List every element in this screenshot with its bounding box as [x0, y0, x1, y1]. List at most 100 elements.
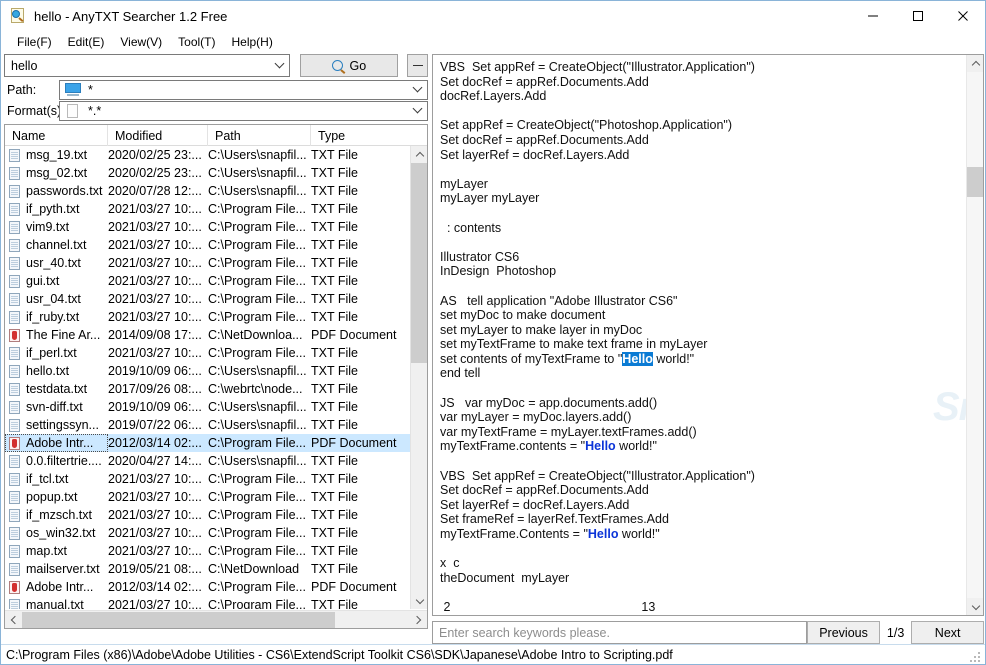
- cell-modified: 2021/03/27 10:...: [108, 346, 202, 360]
- format-combobox[interactable]: *.*: [59, 100, 428, 121]
- table-row[interactable]: mailserver.txt 2019/05/21 08:... C:\NetDow…: [5, 560, 410, 578]
- menu-item-tool[interactable]: Tool(T): [170, 33, 223, 51]
- table-row[interactable]: 0.0.filtertrie.... 2020/04/27 14:... C:\Us…: [5, 452, 410, 470]
- file-name: Adobe Intr...: [26, 436, 94, 450]
- cell-modified: 2021/03/27 10:...: [108, 238, 202, 252]
- file-name: if_perl.txt: [26, 346, 77, 360]
- table-row[interactable]: Adobe Intr... 2012/03/14 02:... C:\Program…: [5, 578, 410, 596]
- table-row[interactable]: usr_40.txt 2021/03/27 10:... C:\Program Fi…: [5, 254, 410, 272]
- results-hscroll-thumb[interactable]: [22, 612, 335, 628]
- preview-line: InDesign Photoshop: [440, 264, 557, 279]
- results-horizontal-scrollbar[interactable]: [5, 610, 427, 628]
- cell-name: msg_02.txt: [5, 164, 108, 182]
- file-name: testdata.txt: [26, 382, 88, 396]
- table-row[interactable]: vim9.txt 2021/03/27 10:... C:\Program File…: [5, 218, 410, 236]
- table-row[interactable]: usr_04.txt 2021/03/27 10:... C:\Program Fi…: [5, 290, 410, 308]
- search-keyword-value: hello: [11, 58, 38, 73]
- cell-path: C:\Users\snapfil...: [208, 184, 307, 198]
- monitor-icon: [65, 82, 81, 97]
- table-row[interactable]: hello.txt 2019/10/09 06:... C:\Users\snapf…: [5, 362, 410, 380]
- previous-match-button[interactable]: Previous: [807, 621, 880, 644]
- chevron-down-icon[interactable]: [269, 55, 289, 76]
- chevron-down-icon[interactable]: [407, 81, 427, 99]
- table-row[interactable]: passwords.txt 2020/07/28 12:... C:\Users\s…: [5, 182, 410, 200]
- cell-type: TXT File: [311, 508, 358, 522]
- cell-path: C:\Users\snapfil...: [208, 364, 307, 378]
- scroll-down-icon[interactable]: [411, 592, 427, 609]
- scroll-up-icon[interactable]: [967, 55, 983, 72]
- scroll-right-icon[interactable]: [410, 611, 427, 628]
- status-path-text: C:\Program Files (x86)\Adobe\Adobe Utili…: [6, 647, 673, 662]
- next-match-button[interactable]: Next: [911, 621, 984, 644]
- table-row[interactable]: if_tcl.txt 2021/03/27 10:... C:\Program Fi…: [5, 470, 410, 488]
- scroll-up-icon[interactable]: [411, 146, 427, 163]
- file-name: if_ruby.txt: [26, 310, 80, 324]
- menu-item-help[interactable]: Help(H): [224, 33, 281, 51]
- table-row[interactable]: msg_19.txt 2020/02/25 23:... C:\Users\snap…: [5, 146, 410, 164]
- menu-item-view[interactable]: View(V): [112, 33, 170, 51]
- file-name: manual.txt: [26, 598, 84, 609]
- file-name: map.txt: [26, 544, 67, 558]
- cell-path: C:\Program File...: [208, 274, 306, 288]
- table-row[interactable]: Adobe Intr... 2012/03/14 02:... C:\Program…: [5, 434, 410, 452]
- table-row[interactable]: gui.txt 2021/03/27 10:... C:\Program File.…: [5, 272, 410, 290]
- table-row[interactable]: The Fine Ar... 2014/09/08 17:... C:\NetDow…: [5, 326, 410, 344]
- path-combobox[interactable]: *: [59, 79, 428, 100]
- search-hit-highlight: Hello: [585, 439, 616, 454]
- search-keyword-combobox[interactable]: hello: [4, 54, 291, 77]
- cell-modified: 2021/03/27 10:...: [108, 292, 202, 306]
- table-row[interactable]: msg_02.txt 2020/02/25 23:... C:\Users\snap…: [5, 164, 410, 182]
- cell-type: TXT File: [311, 400, 358, 414]
- chevron-down-icon[interactable]: [407, 102, 427, 120]
- txt-file-icon: [8, 364, 21, 379]
- table-row[interactable]: popup.txt 2021/03/27 10:... C:\Program Fil…: [5, 488, 410, 506]
- menu-bar: File(F) Edit(E) View(V) Tool(T) Help(H): [1, 31, 985, 53]
- cell-type: TXT File: [311, 184, 358, 198]
- find-input[interactable]: Enter search keywords please.: [432, 621, 808, 644]
- cell-path: C:\Users\snapfil...: [208, 418, 307, 432]
- table-row[interactable]: channel.txt 2021/03/27 10:... C:\Program F…: [5, 236, 410, 254]
- table-row[interactable]: os_win32.txt 2021/03/27 10:... C:\Program …: [5, 524, 410, 542]
- cell-type: TXT File: [311, 454, 358, 468]
- minimize-button[interactable]: [850, 1, 895, 30]
- results-vertical-scrollbar[interactable]: [410, 146, 427, 609]
- status-bar: C:\Program Files (x86)\Adobe\Adobe Utili…: [1, 644, 985, 664]
- scroll-left-icon[interactable]: [5, 611, 22, 628]
- cell-type: TXT File: [311, 490, 358, 504]
- preview-vertical-scrollbar[interactable]: [966, 55, 983, 615]
- cell-modified: 2020/02/25 23:...: [108, 148, 202, 162]
- menu-item-edit[interactable]: Edit(E): [60, 33, 113, 51]
- column-header-name[interactable]: Name: [5, 125, 108, 146]
- preview-line: AS tell application "Adobe Illustrator C…: [440, 293, 678, 308]
- table-row[interactable]: settingssyn... 2019/07/22 06:... C:\Users\…: [5, 416, 410, 434]
- preview-vscroll-thumb[interactable]: [967, 167, 983, 197]
- table-row[interactable]: if_mzsch.txt 2021/03/27 10:... C:\Program …: [5, 506, 410, 524]
- table-row[interactable]: svn-diff.txt 2019/10/09 06:... C:\Users\sn…: [5, 398, 410, 416]
- file-name: if_pyth.txt: [26, 202, 80, 216]
- table-row[interactable]: map.txt 2021/03/27 10:... C:\Program File.…: [5, 542, 410, 560]
- table-row[interactable]: testdata.txt 2017/09/26 08:... C:\webrtc\n…: [5, 380, 410, 398]
- txt-file-icon: [8, 454, 21, 469]
- column-header-modified[interactable]: Modified: [108, 125, 208, 146]
- scroll-down-icon[interactable]: [967, 598, 983, 615]
- resize-grip[interactable]: [970, 650, 982, 662]
- table-row[interactable]: if_perl.txt 2021/03/27 10:... C:\Program F…: [5, 344, 410, 362]
- table-row[interactable]: if_pyth.txt 2021/03/27 10:... C:\Program F…: [5, 200, 410, 218]
- cell-modified: 2021/03/27 10:...: [108, 256, 202, 270]
- cell-path: C:\Users\snapfil...: [208, 148, 307, 162]
- path-value: *: [88, 82, 93, 97]
- menu-item-file[interactable]: File(F): [9, 33, 60, 51]
- collapse-button[interactable]: [407, 54, 428, 77]
- column-header-type[interactable]: Type: [311, 125, 408, 146]
- preview-line: var myTextFrame = myLayer.textFrames.add…: [440, 424, 697, 439]
- table-row[interactable]: if_ruby.txt 2021/03/27 10:... C:\Program F…: [5, 308, 410, 326]
- go-button[interactable]: Go: [300, 54, 399, 77]
- preview-text[interactable]: VBS Set appRef = CreateObject("Illustrat…: [433, 55, 966, 615]
- preview-line: [440, 279, 960, 294]
- results-vscroll-thumb[interactable]: [411, 163, 427, 363]
- close-button[interactable]: [940, 1, 985, 30]
- page-icon: [65, 103, 81, 118]
- table-row[interactable]: manual.txt 2021/03/27 10:... C:\Program Fi…: [5, 596, 410, 609]
- column-header-path[interactable]: Path: [208, 125, 311, 146]
- maximize-button[interactable]: [895, 1, 940, 30]
